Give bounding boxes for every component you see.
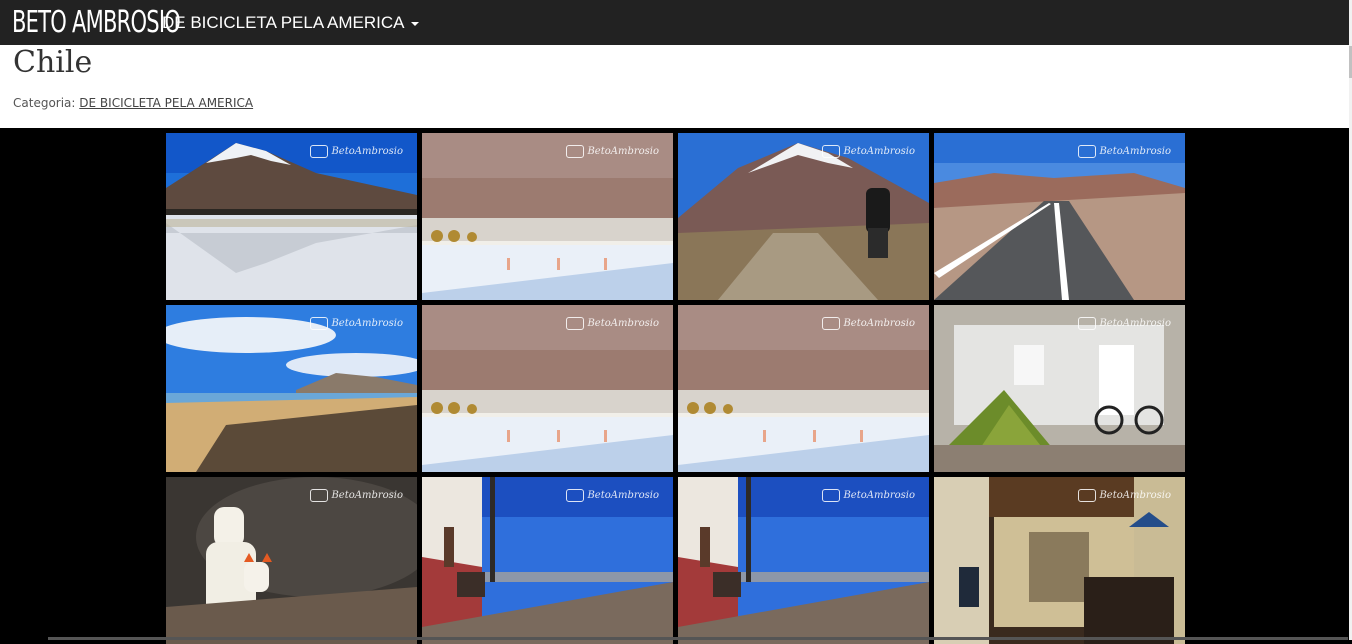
photo-flamingos-lagoon-3[interactable]: BetoAmbrosio — [678, 305, 929, 472]
watermark-logo-icon — [310, 489, 329, 502]
top-navbar: BETO AMBROSIO DE BICICLETA PELA AMERICA — [0, 0, 1349, 45]
photo-railway-station-2[interactable]: BetoAmbrosio — [678, 477, 929, 644]
category-link[interactable]: DE BICICLETA PELA AMERICA — [79, 96, 253, 110]
photo-gallery: BetoAmbrosio BetoAmbrosio BetoAmbrosio B… — [166, 133, 1185, 644]
category-prefix: Categoria: — [13, 96, 76, 110]
photo-watermark: BetoAmbrosio — [310, 145, 403, 158]
photo-image — [166, 477, 417, 644]
watermark-text: BetoAmbrosio — [1099, 490, 1171, 501]
photo-railway-station[interactable]: BetoAmbrosio — [422, 477, 673, 644]
watermark-text: BetoAmbrosio — [843, 146, 915, 157]
photo-desert-highway[interactable]: BetoAmbrosio — [934, 133, 1185, 300]
watermark-logo-icon — [566, 145, 585, 158]
watermark-text: BetoAmbrosio — [331, 490, 403, 501]
watermark-logo-icon — [822, 489, 841, 502]
photo-image — [422, 133, 673, 300]
photo-tent-in-ruins[interactable]: BetoAmbrosio — [934, 305, 1185, 472]
watermark-text: BetoAmbrosio — [843, 490, 915, 501]
photo-image — [678, 477, 929, 644]
photo-flamingos-lagoon-2[interactable]: BetoAmbrosio — [422, 305, 673, 472]
photo-watermark: BetoAmbrosio — [822, 317, 915, 330]
photo-watermark: BetoAmbrosio — [566, 145, 659, 158]
photo-beach-coast[interactable]: BetoAmbrosio — [166, 305, 417, 472]
photo-watermark: BetoAmbrosio — [1078, 145, 1171, 158]
photo-image — [678, 305, 929, 472]
page-title: Chile — [13, 45, 93, 80]
watermark-logo-icon — [1078, 317, 1097, 330]
photo-image — [166, 305, 417, 472]
photo-watermark: BetoAmbrosio — [310, 317, 403, 330]
photo-image — [934, 133, 1185, 300]
photo-llamas-rocks[interactable]: BetoAmbrosio — [166, 477, 417, 644]
photo-image — [934, 305, 1185, 472]
watermark-text: BetoAmbrosio — [331, 146, 403, 157]
nav-menu-dropdown[interactable]: DE BICICLETA PELA AMERICA — [162, 13, 419, 33]
watermark-text: BetoAmbrosio — [1099, 146, 1171, 157]
photo-watermark: BetoAmbrosio — [822, 145, 915, 158]
photo-watermark: BetoAmbrosio — [1078, 317, 1171, 330]
photo-image — [422, 305, 673, 472]
caret-down-icon — [410, 21, 419, 26]
page-header: Chile Categoria: DE BICICLETA PELA AMERI… — [0, 45, 1349, 128]
watermark-text: BetoAmbrosio — [587, 146, 659, 157]
photo-cyclist-dirt-road[interactable]: BetoAmbrosio — [678, 133, 929, 300]
watermark-logo-icon — [310, 145, 329, 158]
photo-watermark: BetoAmbrosio — [822, 489, 915, 502]
photo-image — [422, 477, 673, 644]
watermark-text: BetoAmbrosio — [843, 318, 915, 329]
watermark-text: BetoAmbrosio — [587, 318, 659, 329]
watermark-logo-icon — [822, 145, 841, 158]
watermark-logo-icon — [822, 317, 841, 330]
photo-image — [678, 133, 929, 300]
photo-watermark: BetoAmbrosio — [310, 489, 403, 502]
site-brand-logo[interactable]: BETO AMBROSIO — [12, 5, 181, 40]
watermark-logo-icon — [310, 317, 329, 330]
photo-image — [934, 477, 1185, 644]
nav-menu-label: DE BICICLETA PELA AMERICA — [162, 12, 405, 32]
watermark-text: BetoAmbrosio — [331, 318, 403, 329]
watermark-logo-icon — [566, 489, 585, 502]
photo-watermark: BetoAmbrosio — [1078, 489, 1171, 502]
photo-image — [166, 133, 417, 300]
watermark-logo-icon — [1078, 489, 1097, 502]
watermark-text: BetoAmbrosio — [587, 490, 659, 501]
watermark-logo-icon — [566, 317, 585, 330]
photo-volcano-lake-reflection[interactable]: BetoAmbrosio — [166, 133, 417, 300]
watermark-logo-icon — [1078, 145, 1097, 158]
photo-church-interior[interactable]: BetoAmbrosio — [934, 477, 1185, 644]
watermark-text: BetoAmbrosio — [1099, 318, 1171, 329]
photo-flamingos-lagoon[interactable]: BetoAmbrosio — [422, 133, 673, 300]
category-line: Categoria: DE BICICLETA PELA AMERICA — [13, 96, 253, 110]
photo-watermark: BetoAmbrosio — [566, 489, 659, 502]
photo-watermark: BetoAmbrosio — [566, 317, 659, 330]
